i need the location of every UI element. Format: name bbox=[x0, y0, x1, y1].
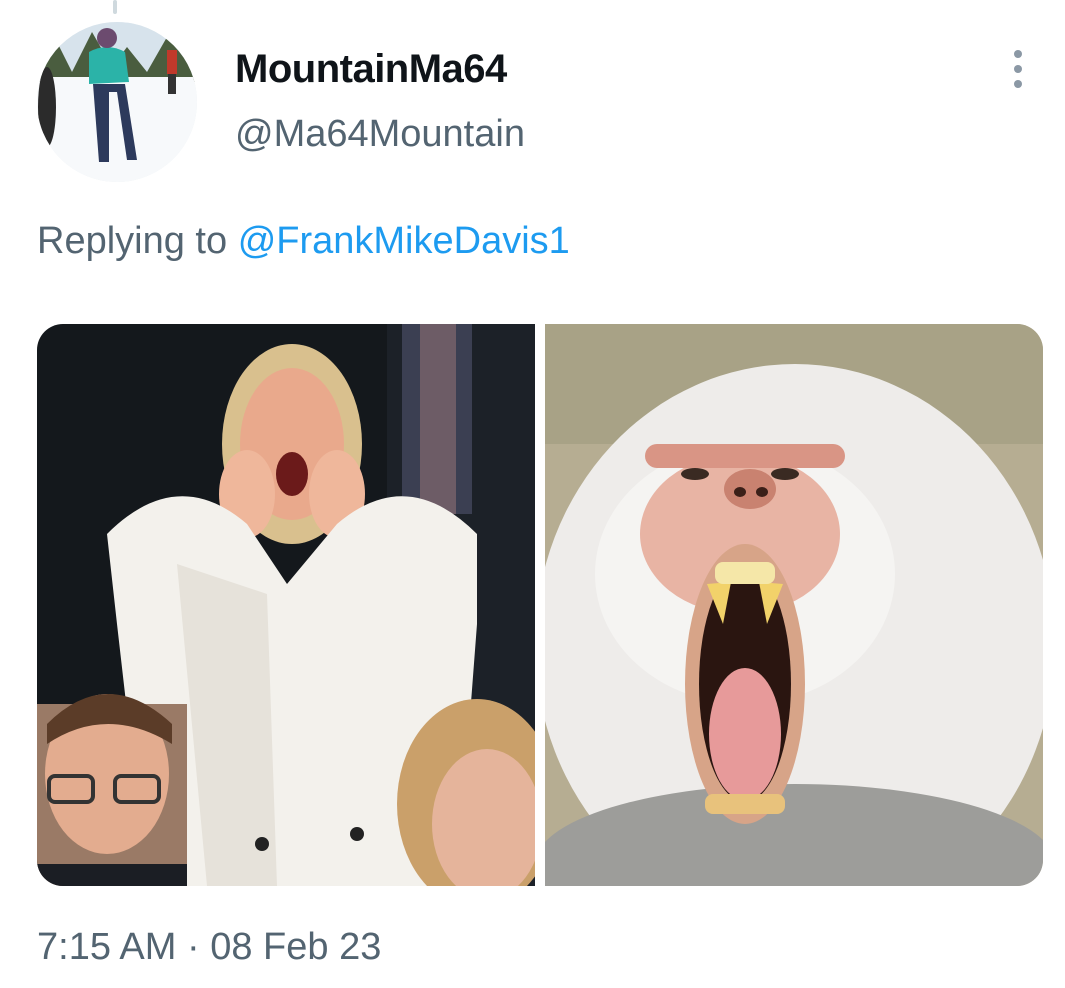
photo-baboon-roaring bbox=[545, 324, 1043, 886]
media-photo-left[interactable] bbox=[37, 324, 535, 886]
tweet-time: 7:15 AM bbox=[37, 926, 177, 968]
thread-connector-line bbox=[113, 0, 117, 14]
tweet-media[interactable] bbox=[37, 324, 1043, 886]
display-name[interactable]: MountainMa64 bbox=[235, 47, 507, 92]
tweet-date: 08 Feb 23 bbox=[210, 926, 382, 968]
replying-to-line: Replying to @FrankMikeDavis1 bbox=[37, 220, 570, 263]
more-dot bbox=[1014, 50, 1022, 58]
photo-woman-shouting bbox=[37, 324, 535, 886]
tweet-timestamp[interactable]: 7:15 AM · 08 Feb 23 bbox=[37, 926, 381, 969]
user-handle[interactable]: @Ma64Mountain bbox=[235, 113, 525, 156]
avatar[interactable] bbox=[37, 22, 197, 182]
more-dot bbox=[1014, 80, 1022, 88]
more-dot bbox=[1014, 65, 1022, 73]
reply-to-link[interactable]: @FrankMikeDavis1 bbox=[238, 220, 570, 262]
more-dots-icon[interactable] bbox=[1003, 46, 1033, 92]
reply-prefix: Replying to bbox=[37, 220, 228, 262]
media-divider bbox=[535, 324, 545, 886]
timestamp-separator: · bbox=[186, 926, 200, 968]
avatar-image bbox=[37, 22, 197, 182]
media-photo-right[interactable] bbox=[545, 324, 1043, 886]
